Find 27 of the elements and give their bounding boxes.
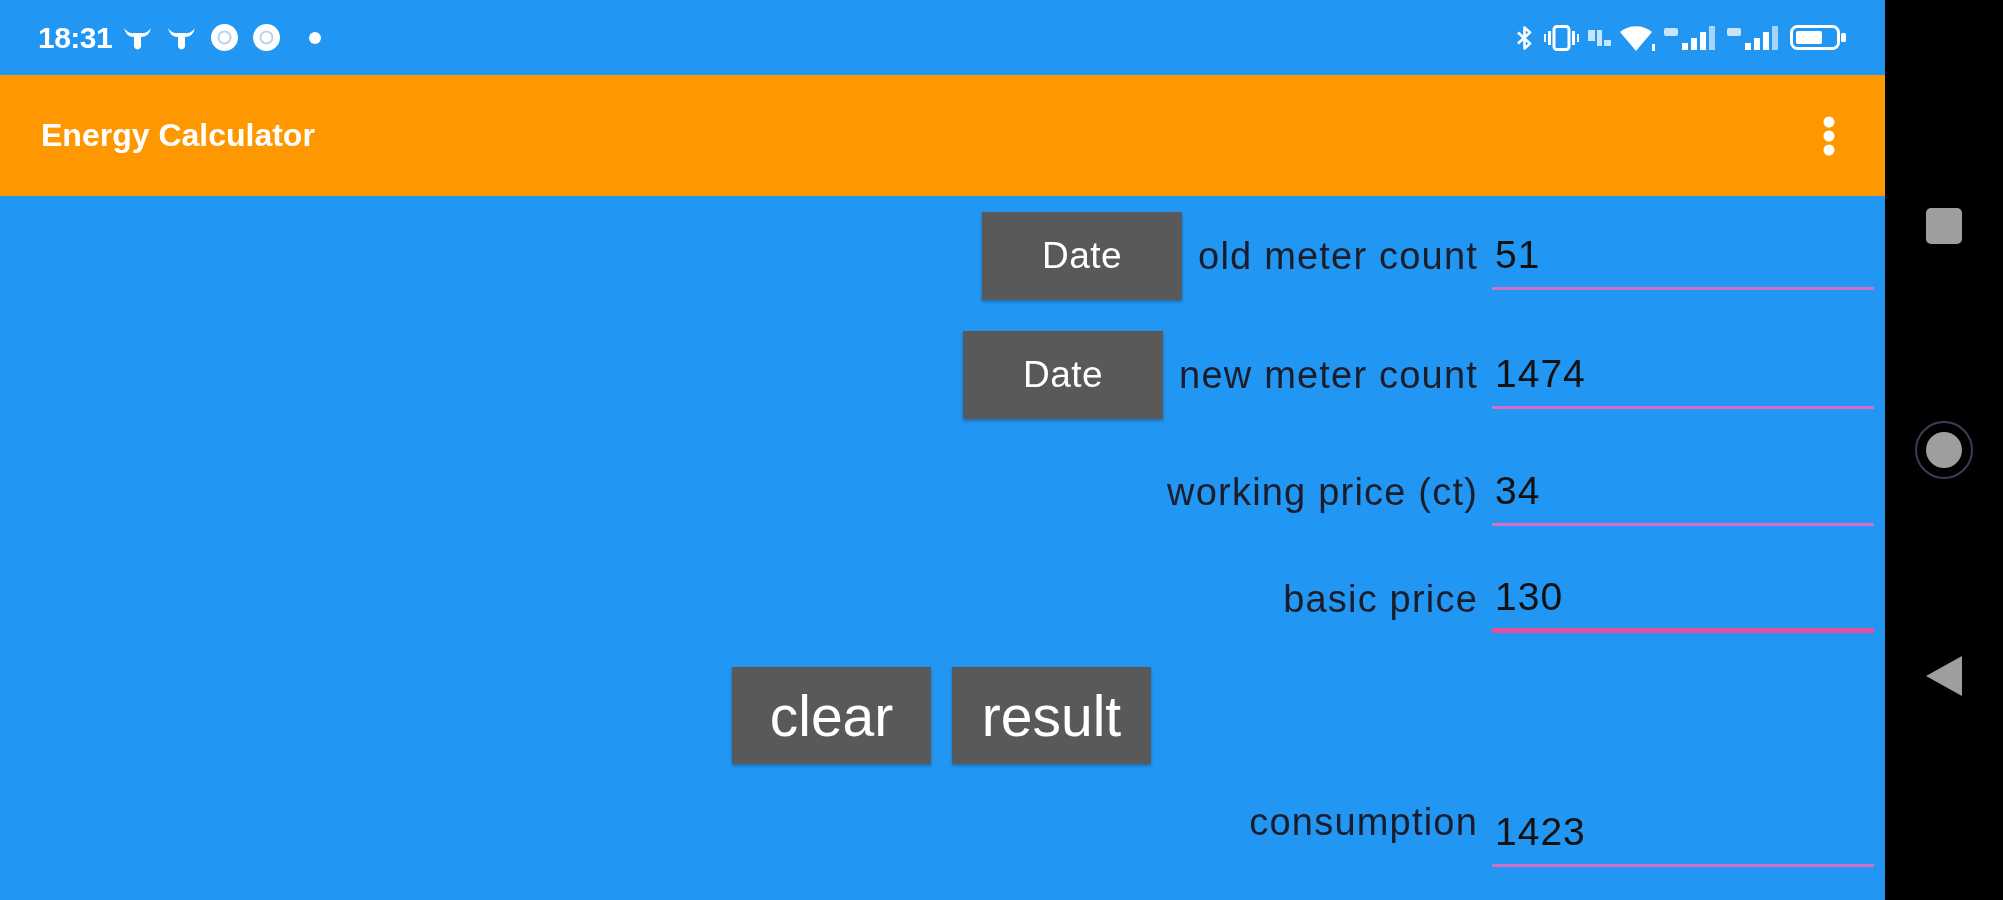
input-field[interactable]: 34 xyxy=(1492,458,1874,526)
wifi-icon xyxy=(1620,23,1655,52)
input-field[interactable]: 51 xyxy=(1492,222,1874,290)
round-emblem-icon xyxy=(253,24,281,51)
date-button[interactable]: Date xyxy=(963,331,1164,419)
field-label: old meter count xyxy=(1198,234,1478,279)
vibrate-icon xyxy=(1544,24,1579,51)
field-label: consumption xyxy=(1249,800,1478,845)
input-field[interactable]: 130 xyxy=(1492,565,1874,633)
signal-icon xyxy=(1727,25,1781,50)
field-label: basic price xyxy=(1283,577,1478,622)
home-icon[interactable] xyxy=(1915,421,1973,479)
action-button[interactable]: clear xyxy=(732,667,931,764)
action-button[interactable]: result xyxy=(952,667,1151,764)
field-label: working price (ct) xyxy=(1167,470,1478,515)
battery-icon xyxy=(1790,25,1846,50)
input-field[interactable]: 1474 xyxy=(1492,341,1874,409)
field-label: new meter count xyxy=(1179,353,1478,398)
signal-icon xyxy=(1664,25,1718,50)
dot-icon xyxy=(309,31,322,44)
back-icon[interactable] xyxy=(1926,656,1962,696)
app-title: Energy Calculator xyxy=(41,117,315,154)
clock-time: 18:31 xyxy=(38,20,113,55)
round-emblem-icon xyxy=(211,24,239,51)
result-field[interactable]: 1423 xyxy=(1492,799,1874,867)
network-speed-icon xyxy=(1588,29,1611,46)
date-button[interactable]: Date xyxy=(982,212,1183,300)
